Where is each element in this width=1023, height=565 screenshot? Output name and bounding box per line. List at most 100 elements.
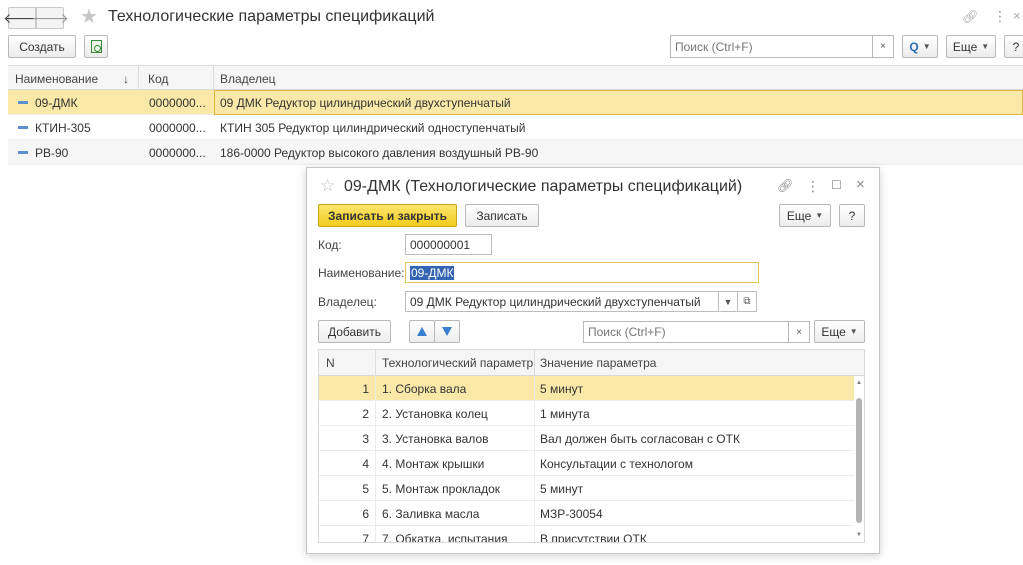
column-header-param[interactable]: Технологический параметр bbox=[382, 356, 533, 370]
column-header-n[interactable]: N bbox=[326, 356, 335, 370]
more-vertical-icon[interactable]: ⋮ bbox=[806, 178, 820, 195]
cell-value: В присутствии ОТК bbox=[540, 532, 647, 543]
cell-value: Консультации с технологом bbox=[540, 457, 693, 471]
scroll-up-icon[interactable]: ▲ bbox=[856, 380, 862, 386]
cell-n: 4 bbox=[362, 457, 369, 471]
create-button[interactable]: Создать bbox=[8, 35, 76, 58]
table-row[interactable]: 1 1. Сборка вала 5 минут bbox=[319, 376, 854, 401]
cell-n: 6 bbox=[362, 507, 369, 521]
maximize-icon[interactable]: ☐ bbox=[831, 178, 842, 192]
list-row[interactable]: 09-ДМК 0000000... 09 ДМК Редуктор цилинд… bbox=[8, 90, 1023, 115]
list-row[interactable]: КТИН-305 0000000... КТИН 305 Редуктор ци… bbox=[8, 115, 1023, 140]
cell-value: Вал должен быть согласован с ОТК bbox=[540, 432, 740, 446]
column-header-code[interactable]: Код bbox=[148, 72, 168, 86]
more-vertical-icon[interactable]: ⋮ bbox=[993, 8, 1007, 25]
specification-dialog: ☆ 09-ДМК (Технологические параметры спец… bbox=[306, 167, 880, 554]
table-more-button[interactable]: Еще ▼ bbox=[814, 320, 865, 343]
owner-field[interactable]: 09 ДМК Редуктор цилиндрический двухступе… bbox=[405, 291, 719, 312]
table-row[interactable]: 5 5. Монтаж прокладок 5 минут bbox=[319, 476, 854, 501]
help-button[interactable]: ? bbox=[839, 204, 865, 227]
open-icon: ⧉ bbox=[743, 296, 751, 307]
column-divider bbox=[375, 476, 376, 501]
column-header-name[interactable]: Наименование bbox=[15, 72, 98, 86]
move-up-icon bbox=[417, 327, 427, 336]
cell-n: 2 bbox=[362, 407, 369, 421]
scrollbar-thumb[interactable] bbox=[856, 398, 862, 523]
help-button[interactable]: ? bbox=[1004, 35, 1023, 58]
owner-dropdown-button[interactable]: ▼ bbox=[718, 291, 738, 312]
owner-open-button[interactable]: ⧉ bbox=[737, 291, 757, 312]
cell-n: 3 bbox=[362, 432, 369, 446]
cell-param: 5. Монтаж прокладок bbox=[382, 482, 501, 496]
cell-n: 7 bbox=[362, 532, 369, 543]
cell-owner: 09 ДМК Редуктор цилиндрический двухступе… bbox=[220, 96, 511, 110]
chevron-down-icon: ▼ bbox=[815, 211, 824, 220]
link-icon[interactable]: 🔗︎ bbox=[777, 178, 794, 194]
cell-n: 5 bbox=[362, 482, 369, 496]
column-divider bbox=[375, 376, 376, 401]
chevron-down-icon: ▼ bbox=[981, 42, 990, 51]
move-up-button[interactable] bbox=[409, 320, 435, 343]
search-input[interactable] bbox=[670, 35, 872, 58]
specifications-list: Наименование ↓ Код Владелец 09-ДМК 00000… bbox=[8, 65, 1023, 165]
save-button[interactable]: Записать bbox=[465, 204, 539, 227]
move-down-icon bbox=[442, 327, 452, 336]
copy-icon bbox=[90, 40, 102, 53]
close-icon[interactable]: × bbox=[856, 176, 865, 193]
move-down-button[interactable] bbox=[434, 320, 460, 343]
column-header-owner[interactable]: Владелец bbox=[220, 72, 276, 86]
column-divider bbox=[213, 66, 214, 90]
cell-param: 4. Монтаж крышки bbox=[382, 457, 485, 471]
column-divider bbox=[534, 350, 535, 376]
cell-value: 5 минут bbox=[540, 482, 584, 496]
name-field[interactable]: 09-ДМК bbox=[405, 262, 759, 283]
table-row[interactable]: 3 3. Установка валов Вал должен быть сог… bbox=[319, 426, 854, 451]
column-divider bbox=[534, 501, 535, 526]
code-label: Код: bbox=[318, 238, 342, 252]
search-button[interactable]: Q ▼ bbox=[902, 35, 938, 58]
dialog-title: 09-ДМК (Технологические параметры специф… bbox=[344, 178, 743, 195]
column-header-value[interactable]: Значение параметра bbox=[540, 356, 656, 370]
chevron-down-icon: ▼ bbox=[849, 327, 858, 336]
cell-code: 0000000... bbox=[149, 146, 206, 160]
owner-label: Владелец: bbox=[318, 295, 377, 309]
more-label: Еще bbox=[952, 39, 978, 54]
cell-n: 1 bbox=[362, 382, 369, 396]
element-icon bbox=[18, 101, 28, 104]
table-search-clear-button[interactable]: × bbox=[788, 321, 810, 343]
table-search-input[interactable] bbox=[583, 321, 788, 343]
cell-code: 0000000... bbox=[149, 121, 206, 135]
column-divider bbox=[375, 401, 376, 426]
forward-button[interactable]: 🡒 bbox=[31, 7, 69, 29]
favorite-star-icon[interactable]: ★ bbox=[80, 4, 98, 29]
code-field[interactable]: 000000001 bbox=[405, 234, 492, 255]
table-row[interactable]: 4 4. Монтаж крышки Консультации с технол… bbox=[319, 451, 854, 476]
table-row[interactable]: 7 7. Обкатка, испытания В присутствии ОТ… bbox=[319, 526, 854, 543]
parameters-table: N Технологический параметр Значение пара… bbox=[318, 349, 865, 543]
column-divider bbox=[375, 451, 376, 476]
copy-button[interactable] bbox=[84, 35, 108, 58]
link-icon[interactable]: 🔗︎ bbox=[962, 9, 979, 25]
table-scrollbar[interactable]: ▲ ▼ bbox=[854, 376, 864, 542]
list-row[interactable]: РВ-90 0000000... 186-0000 Редуктор высок… bbox=[8, 140, 1023, 165]
name-label: Наименование: bbox=[318, 266, 405, 280]
save-and-close-button[interactable]: Записать и закрыть bbox=[318, 204, 457, 227]
chevron-down-icon: ▼ bbox=[723, 296, 733, 307]
column-divider bbox=[375, 350, 376, 376]
cell-value: 5 минут bbox=[540, 382, 584, 396]
search-icon: Q bbox=[909, 39, 919, 54]
column-divider bbox=[375, 426, 376, 451]
more-button[interactable]: Еще ▼ bbox=[946, 35, 996, 58]
cell-owner: КТИН 305 Редуктор цилиндрический односту… bbox=[220, 121, 526, 135]
scroll-down-icon[interactable]: ▼ bbox=[856, 532, 862, 538]
add-button[interactable]: Добавить bbox=[318, 320, 391, 343]
search-clear-button[interactable]: × bbox=[872, 35, 894, 58]
page-title: Технологические параметры спецификаций bbox=[108, 8, 435, 25]
favorite-star-icon[interactable]: ☆ bbox=[320, 176, 335, 196]
column-divider bbox=[534, 451, 535, 476]
close-icon[interactable]: × bbox=[1013, 8, 1021, 23]
table-row[interactable]: 2 2. Установка колец 1 минута bbox=[319, 401, 854, 426]
table-row[interactable]: 6 6. Заливка масла МЗР-30054 bbox=[319, 501, 854, 526]
name-value: 09-ДМК bbox=[410, 266, 455, 280]
more-button[interactable]: Еще ▼ bbox=[779, 204, 831, 227]
